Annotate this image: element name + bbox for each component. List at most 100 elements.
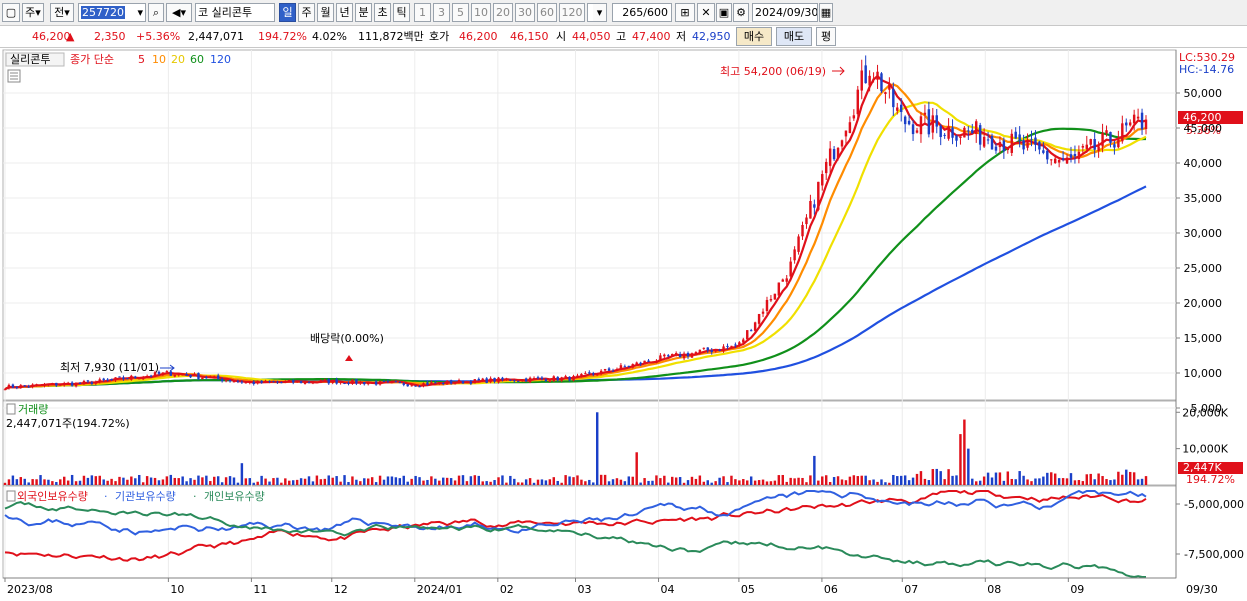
speaker-icon[interactable]: ◀▾ [166,3,192,22]
volume-bar [817,480,820,485]
volume-bar [643,478,646,485]
volume-bar [11,475,15,485]
volume-bar [82,475,86,485]
window-icon[interactable]: ▢ [2,3,20,22]
volume-bar [501,475,504,485]
candle-body [690,353,694,358]
interval-10[interactable]: 10 [471,3,491,22]
volume-bar [599,474,603,485]
candle-body [540,377,544,379]
eval-button[interactable]: 평 [816,27,836,46]
period-select[interactable]: 주▾ [22,3,44,22]
interval-1[interactable]: 1 [414,3,431,22]
interval-3[interactable]: 3 [433,3,450,22]
volume-bar [1125,469,1128,485]
tab-month[interactable]: 월 [317,3,334,22]
stock-code-input[interactable]: 257720 ▾ [78,3,146,22]
volume-bar [149,477,153,485]
tab-tick[interactable]: 틱 [393,3,410,22]
candle-body [789,261,792,277]
tab-year[interactable]: 년 [336,3,353,22]
volume-bar [303,478,307,485]
candle-body [485,378,488,383]
change-value: 2,350 [94,30,126,43]
volume-bar [548,479,552,485]
volume-bar [667,482,670,485]
tab-second[interactable]: 초 [374,3,391,22]
chart-type-icon[interactable]: ⊞ [675,3,695,22]
candle-body [726,345,729,347]
volume-bar [141,482,145,485]
candle-body [959,136,962,138]
volume-bar [536,479,540,485]
volume-bar [872,479,875,485]
volume-bar [821,476,824,485]
volume-bar [907,480,911,485]
volume-bar [671,476,674,485]
interval-5[interactable]: 5 [452,3,469,22]
volume-bar [114,481,117,485]
volume-bar [742,479,745,485]
candle-body [647,360,650,362]
volume-bar [986,472,990,485]
volume-bar [524,479,528,485]
candle-body [880,73,883,92]
search-icon[interactable]: ⌕ [148,3,164,22]
volume-bar [213,476,216,485]
candle-body [595,374,599,376]
candle-body [55,382,58,386]
candle-body [47,384,50,386]
chart-area[interactable]: 실리콘투 종가 단순 5 10 20 60 120 LC:530.29 HC:-… [0,48,1247,601]
tab-minute[interactable]: 분 [355,3,372,22]
holding-panel-icon[interactable] [6,490,16,502]
current-price: 46,200 [32,30,71,43]
volume-panel-icon[interactable] [6,403,16,415]
zoom-icon[interactable]: ✕ [697,3,715,22]
candle-body [809,200,812,219]
stock-chart[interactable]: 실리콘투 종가 단순 5 10 20 60 120 LC:530.29 HC:-… [0,48,1247,601]
candle-body [1065,157,1069,164]
date-field[interactable]: 2024/09/30 [752,3,818,22]
candle-body [442,382,445,385]
compare-select[interactable]: 전▾ [50,3,74,22]
candle-body [544,379,548,382]
volume-bar [228,476,232,485]
tab-week[interactable]: 주 [298,3,315,22]
candle-body [27,386,30,388]
stock-name-field[interactable]: 코 실리콘투 [195,3,275,22]
candle-body [473,379,477,384]
buy-button[interactable]: 매수 [736,27,772,46]
volume-bar [438,480,441,485]
calendar-icon[interactable]: ▦ [819,3,833,22]
volume-bar [734,479,737,485]
volume-bar [205,475,208,485]
candle-body [264,380,267,383]
candle-body [1010,133,1013,153]
volume-bar [588,479,591,485]
count-field[interactable]: 265/600 [612,3,672,22]
ma20-legend: 20 [171,53,185,66]
volume-ratio: 194.72% [258,30,307,43]
interval-20[interactable]: 20 [493,3,513,22]
interval-60[interactable]: 60 [537,3,557,22]
chevron-down-icon[interactable]: ▾ [593,3,607,22]
interval-30[interactable]: 30 [515,3,535,22]
price-tick-label: 50,000 [1184,87,1223,100]
save-icon[interactable]: ▣ [716,3,732,22]
ma5-legend: 5 [138,53,145,66]
volume-bar [899,475,903,485]
interval-120[interactable]: 120 [559,3,585,22]
candle-body [295,380,299,383]
candle-body [674,353,678,355]
volume-bar [505,482,508,485]
candle-body [280,382,283,384]
candle-body [698,349,702,354]
candle-body [639,362,642,365]
volume-bar [398,478,402,485]
volume-bar [836,476,840,485]
tab-day[interactable]: 일 [279,3,296,22]
sell-button[interactable]: 매도 [776,27,812,46]
gear-icon[interactable]: ⚙ [733,3,749,22]
candle-body [438,382,441,384]
candle-body [860,70,863,91]
